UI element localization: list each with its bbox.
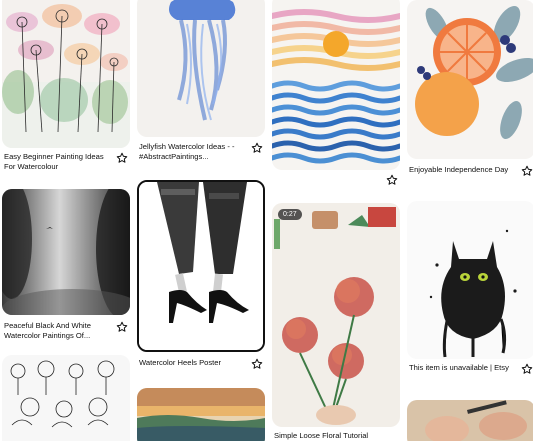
pin-title[interactable]: Peaceful Black And White Watercolor Pain… (4, 321, 108, 341)
pin-title[interactable]: Watercolor Heels Poster (139, 358, 243, 368)
pin-image-heels[interactable] (137, 180, 265, 352)
pin-image-black-cat[interactable] (407, 201, 533, 359)
pin-image-sunset-waves[interactable] (272, 0, 400, 170)
video-duration-badge: 0:27 (278, 209, 302, 220)
star-outline-icon[interactable] (521, 165, 533, 177)
star-outline-icon[interactable] (251, 142, 263, 154)
pin-image-grapefruit[interactable] (407, 0, 533, 159)
star-outline-icon[interactable] (386, 174, 398, 186)
pin-title[interactable]: Simple Loose Floral Tutorial (274, 431, 378, 441)
star-outline-icon[interactable] (251, 358, 263, 370)
star-outline-icon[interactable] (116, 152, 128, 164)
pin-image-sunset-lake[interactable] (137, 388, 265, 441)
pin-image-wildflowers[interactable] (2, 0, 130, 148)
pin-image-line-art-flowers[interactable] (2, 355, 130, 441)
pin-image-hands-painting[interactable] (407, 400, 533, 441)
pin-title[interactable]: Jellyfish Watercolor Ideas - - #Abstract… (139, 142, 243, 162)
pin-image-misty-landscape[interactable] (2, 189, 130, 315)
pin-title[interactable]: This item is unavailable | Etsy (409, 363, 513, 373)
star-outline-icon[interactable] (116, 321, 128, 333)
pin-image-chrysanthemums[interactable] (272, 203, 400, 427)
pin-title[interactable]: Easy Beginner Painting Ideas For Waterco… (4, 152, 108, 172)
star-outline-icon[interactable] (521, 363, 533, 375)
pin-image-jellyfish[interactable] (137, 0, 265, 137)
pin-title[interactable]: Enjoyable Independence Day (409, 165, 513, 175)
